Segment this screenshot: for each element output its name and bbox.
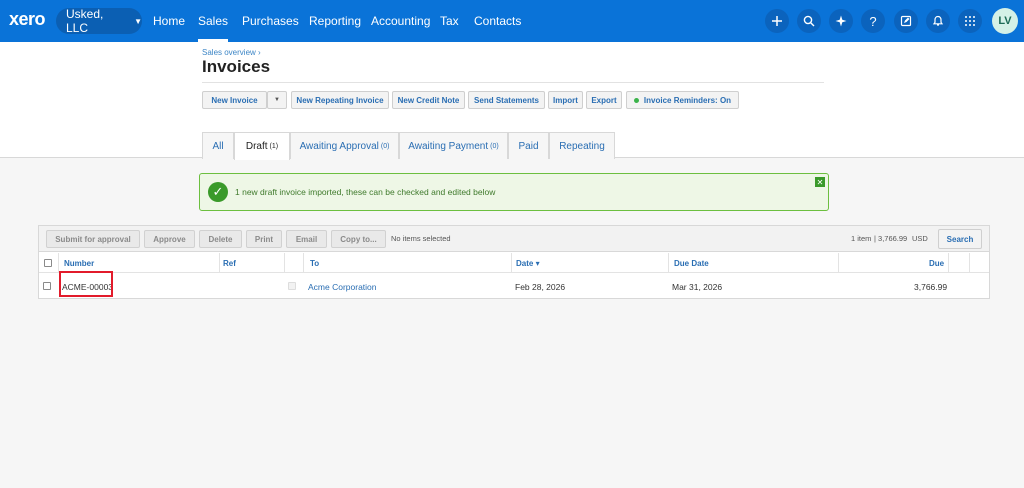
chevron-down-icon: ▼: [134, 16, 142, 26]
tab-label: Paid: [518, 140, 539, 152]
new-invoice-button[interactable]: New Invoice: [202, 91, 267, 109]
nav-tax[interactable]: Tax: [440, 14, 459, 28]
close-icon[interactable]: ✕: [815, 177, 825, 187]
approve-button[interactable]: Approve: [144, 230, 195, 248]
divider: [202, 82, 824, 83]
notification-message: 1 new draft invoice imported, these can …: [235, 187, 496, 197]
help-icon[interactable]: ?: [861, 9, 885, 33]
xero-logo[interactable]: xero: [9, 9, 46, 30]
tab-label: Repeating: [559, 140, 605, 152]
plus-icon[interactable]: [765, 9, 789, 33]
nav-contacts[interactable]: Contacts: [474, 14, 521, 28]
tab-count: (0): [490, 142, 499, 150]
apps-grid-icon[interactable]: [958, 9, 982, 33]
table-row[interactable]: [39, 274, 989, 298]
column-ref[interactable]: Ref: [223, 259, 236, 268]
search-icon[interactable]: [797, 9, 821, 33]
new-repeating-invoice-button[interactable]: New Repeating Invoice: [291, 91, 389, 109]
tab-repeating[interactable]: Repeating: [549, 132, 615, 159]
tab-label: All: [212, 140, 224, 152]
page-title: Invoices: [202, 57, 271, 76]
column-due-date[interactable]: Due Date: [674, 259, 709, 268]
tab-count: (1): [269, 143, 279, 150]
invoice-reminders-label: Invoice Reminders: On: [643, 95, 732, 105]
selection-status: No items selected: [391, 234, 451, 243]
column-divider: [284, 253, 285, 273]
currency-code: USD: [912, 234, 928, 243]
invoice-due-date: Mar 31, 2026: [672, 282, 723, 292]
invoice-amount-due: 3,766.99: [914, 282, 948, 292]
tab-label: Awaiting Payment: [408, 140, 489, 152]
tab-paid[interactable]: Paid: [508, 132, 549, 159]
tab-awaiting-payment[interactable]: Awaiting Payment (0): [399, 132, 508, 159]
column-divider: [969, 253, 970, 273]
tab-count: (0): [380, 142, 390, 150]
chevron-down-icon: ▼: [274, 97, 280, 103]
send-statements-button[interactable]: Send Statements: [468, 91, 545, 109]
delete-button[interactable]: Delete: [199, 230, 242, 248]
column-divider: [303, 253, 304, 273]
column-divider: [948, 253, 949, 273]
tab-awaiting-approval[interactable]: Awaiting Approval (0): [290, 132, 399, 159]
column-divider: [838, 253, 839, 273]
invoice-reminders-button[interactable]: Invoice Reminders: On: [626, 91, 739, 109]
new-invoice-dropdown[interactable]: ▼: [267, 91, 287, 109]
nav-sales[interactable]: Sales: [198, 14, 229, 42]
row-checkbox[interactable]: [43, 282, 51, 290]
submit-for-approval-button[interactable]: Submit for approval: [46, 230, 140, 248]
user-avatar[interactable]: LV: [992, 8, 1018, 34]
column-divider: [219, 253, 220, 273]
organisation-switcher[interactable]: Usked, LLC ▼: [56, 7, 142, 35]
tab-all[interactable]: All: [202, 132, 234, 159]
tab-label: Awaiting Approval: [299, 140, 379, 152]
tab-label: Draft: [245, 141, 268, 152]
nav-accounting[interactable]: Accounting: [371, 14, 430, 28]
bell-icon[interactable]: [926, 9, 950, 33]
column-to[interactable]: To: [310, 259, 319, 268]
contact-link[interactable]: Acme Corporation: [308, 282, 377, 292]
checkmark-icon: ✓: [208, 182, 228, 202]
invoice-date: Feb 28, 2026: [515, 282, 566, 292]
total-amount: | 3,766.99: [874, 234, 908, 243]
column-due[interactable]: Due: [929, 259, 944, 268]
nav-home[interactable]: Home: [153, 14, 185, 28]
column-divider: [58, 253, 59, 273]
import-button[interactable]: Import: [548, 91, 583, 109]
status-dot-icon: [633, 97, 639, 103]
export-button[interactable]: Export: [586, 91, 622, 109]
attachment-placeholder: [288, 282, 296, 290]
copy-to-button[interactable]: Copy to...: [331, 230, 386, 248]
success-notification: ✓ 1 new draft invoice imported, these ca…: [199, 173, 829, 211]
column-divider: [511, 253, 512, 273]
search-button[interactable]: Search: [938, 229, 982, 249]
column-divider: [668, 253, 669, 273]
organisation-name: Usked, LLC: [66, 7, 104, 35]
column-number[interactable]: Number: [64, 259, 94, 268]
print-button[interactable]: Print: [246, 230, 282, 248]
edit-icon[interactable]: [894, 9, 918, 33]
nav-reporting[interactable]: Reporting: [309, 14, 361, 28]
breadcrumb[interactable]: Sales overview ›: [202, 48, 261, 57]
table-header-row: [39, 253, 989, 273]
item-count: 1 item: [851, 234, 872, 243]
select-all-checkbox[interactable]: [44, 259, 52, 267]
new-credit-note-button[interactable]: New Credit Note: [392, 91, 465, 109]
sparkle-icon[interactable]: [829, 9, 853, 33]
nav-purchases[interactable]: Purchases: [242, 14, 299, 28]
highlight-box: [59, 271, 113, 297]
column-date[interactable]: Date ▾: [516, 259, 540, 268]
email-button[interactable]: Email: [286, 230, 327, 248]
tab-draft[interactable]: Draft (1): [234, 132, 290, 160]
